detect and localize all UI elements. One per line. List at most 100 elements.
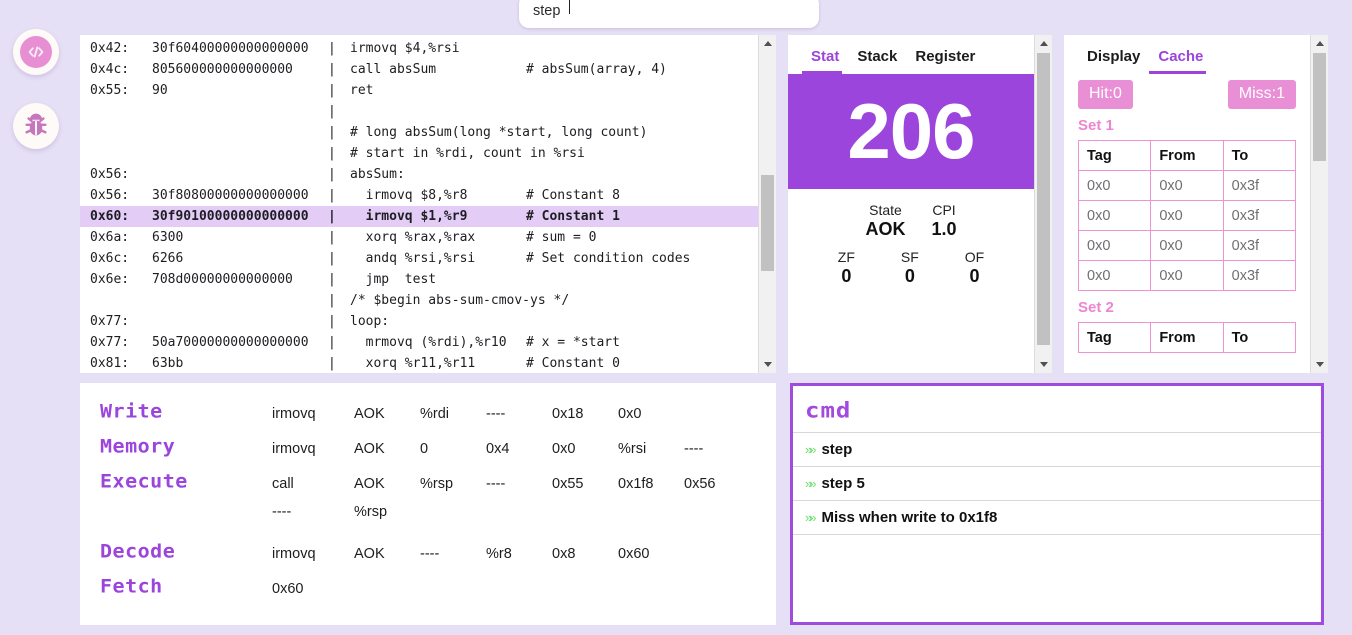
cmd-entry[interactable]: »» Miss when write to 0x1f8	[793, 500, 1321, 535]
code-line[interactable]: 0x81: 63bb | xorq %r11,%r11 # Constant 0	[80, 353, 758, 373]
scrollbar-thumb[interactable]	[761, 175, 774, 271]
table-row[interactable]: 0x0 0x0 0x3f	[1077, 230, 1297, 261]
code-bytes: 30f90100000000000000	[152, 209, 309, 224]
scroll-up-icon[interactable]	[759, 35, 776, 52]
cmd-entry[interactable]: »» step	[793, 432, 1321, 466]
code-button[interactable]	[13, 29, 59, 75]
column-header: To	[1222, 322, 1297, 353]
code-instruction: call absSum	[350, 62, 437, 77]
code-text: /* $begin abs-sum-cmov-ys */	[350, 293, 570, 308]
pipeline-cell: %rsi	[618, 441, 647, 457]
code-address: 0x77:	[90, 314, 130, 329]
code-comment: # Constant 1	[526, 209, 620, 224]
code-line[interactable]: 0x6a: 6300 | xorq %rax,%rax # sum = 0	[80, 227, 758, 248]
code-divider: |	[328, 41, 336, 56]
tab-cache[interactable]: Cache	[1149, 45, 1212, 74]
code-line[interactable]: |	[80, 101, 758, 122]
table-cell: 0x0	[1077, 170, 1152, 201]
tab-stack[interactable]: Stack	[848, 45, 906, 74]
cmd-entry[interactable]: »» step 5	[793, 466, 1321, 500]
metric-cpi: CPI 1.0	[931, 202, 956, 240]
table-row[interactable]: 0x0 0x0 0x3f	[1077, 170, 1297, 201]
code-bytes: 63bb	[152, 356, 184, 371]
cycle-count: 206	[788, 74, 1034, 189]
command-input-wrapper[interactable]	[519, 0, 819, 28]
code-line[interactable]: 0x4c: 805600000000000000 | call absSum # abs…	[80, 59, 758, 80]
chevron-right-icon: »»	[805, 442, 817, 457]
code-line[interactable]: 0x56: 30f80800000000000000 | irmovq $8,%r8…	[80, 185, 758, 206]
flag-value: 0	[904, 266, 915, 286]
pipeline-cell: %r8	[486, 546, 512, 562]
tab-display[interactable]: Display	[1078, 45, 1149, 74]
code-instruction: andq %rsi,%rsi	[350, 251, 476, 266]
flag-of: OF 0	[965, 249, 984, 287]
code-line[interactable]: 0x42: 30f60400000000000000 | irmovq $4,%rsi	[80, 38, 758, 59]
command-input[interactable]	[519, 0, 819, 27]
code-text: # long absSum(long *start, long count)	[350, 125, 648, 140]
cache-table: Tag From To	[1077, 322, 1297, 353]
code-address: 0x81:	[90, 356, 130, 371]
pipeline-cell: call	[272, 476, 294, 492]
code-listing[interactable]: 0x42: 30f60400000000000000 | irmovq $4,%rsi…	[80, 35, 758, 373]
code-divider: |	[328, 167, 336, 182]
code-comment: # Constant 0	[526, 356, 620, 371]
pipeline-stage-name: Memory	[100, 434, 176, 458]
code-instruction: jmp test	[350, 272, 437, 287]
code-line[interactable]: | /* $begin abs-sum-cmov-ys */	[80, 290, 758, 311]
scroll-down-icon[interactable]	[1035, 356, 1052, 373]
pipeline-cell: irmovq	[272, 546, 316, 562]
cache-set-label: Set 1	[1078, 117, 1114, 134]
code-address: 0x77:	[90, 335, 130, 350]
pipeline-stage-row: Execute call AOK %rsp ---- 0x55 0x1f8 0x56	[80, 469, 776, 504]
cache-panel: Display Cache Hit:0 Miss:1 Set 1 Tag From To…	[1064, 35, 1328, 373]
code-line[interactable]: 0x77: | loop:	[80, 311, 758, 332]
code-line[interactable]: | # long absSum(long *start, long count)	[80, 122, 758, 143]
scrollbar-thumb[interactable]	[1313, 53, 1326, 161]
code-line[interactable]: 0x56: | absSum:	[80, 164, 758, 185]
scroll-down-icon[interactable]	[1311, 356, 1328, 373]
pipeline-stage-row: Write irmovq AOK %rdi ---- 0x18 0x0	[80, 399, 776, 434]
text-caret	[569, 0, 570, 14]
stat-tabbar: Stat Stack Register	[788, 35, 1034, 74]
scroll-down-icon[interactable]	[759, 356, 776, 373]
code-instruction: xorq %rax,%rax	[350, 230, 476, 245]
flag-sf: SF 0	[901, 249, 919, 287]
code-line[interactable]: | # start in %rdi, count in %rsi	[80, 143, 758, 164]
pipeline-cell: 0x1f8	[618, 476, 654, 492]
code-line[interactable]: 0x60: 30f90100000000000000 | irmovq $1,%r9…	[80, 206, 758, 227]
scrollbar-thumb[interactable]	[1037, 53, 1050, 345]
code-divider: |	[328, 83, 336, 98]
pipeline-cell: 0x18	[552, 406, 584, 422]
code-line[interactable]: 0x77: 50a70000000000000000 | mrmovq (%rdi)…	[80, 332, 758, 353]
table-row[interactable]: 0x0 0x0 0x3f	[1077, 260, 1297, 291]
cache-sets: Set 1 Tag From To 0x0 0x0 0x3f 0x0 0x0 0x3f 0x0 0x0…	[1064, 109, 1310, 353]
code-comment: # Set condition codes	[526, 251, 691, 266]
metric-state: State AOK	[865, 202, 905, 240]
pipeline-cell: 0x4	[486, 441, 510, 457]
code-address: 0x42:	[90, 41, 130, 56]
flag-value: 0	[841, 266, 852, 286]
code-scrollbar[interactable]	[758, 35, 776, 373]
cmd-history: »» step »» step 5 »» Miss when write to 0x1f8	[793, 432, 1321, 535]
cache-scrollbar[interactable]	[1310, 35, 1328, 373]
code-divider: |	[328, 62, 336, 77]
code-address: 0x6a:	[90, 230, 130, 245]
pipeline-cell: 0x55	[552, 476, 584, 492]
tab-stat[interactable]: Stat	[802, 45, 848, 74]
debug-button[interactable]	[13, 103, 59, 149]
scroll-up-icon[interactable]	[1311, 35, 1328, 52]
code-line[interactable]: 0x6c: 6266 | andq %rsi,%rsi # Set condition…	[80, 248, 758, 269]
scroll-up-icon[interactable]	[1035, 35, 1052, 52]
pipeline-cell: AOK	[354, 546, 385, 562]
tab-register[interactable]: Register	[906, 45, 984, 74]
code-line[interactable]: 0x55: 90 | ret	[80, 80, 758, 101]
code-address: 0x56:	[90, 188, 130, 203]
code-divider: |	[328, 356, 336, 371]
code-divider: |	[328, 293, 336, 308]
column-header: To	[1222, 140, 1297, 171]
code-address: 0x6e:	[90, 272, 130, 287]
table-row[interactable]: 0x0 0x0 0x3f	[1077, 200, 1297, 231]
pipeline-cell: 0x0	[618, 406, 642, 422]
stat-scrollbar[interactable]	[1034, 35, 1052, 373]
code-line[interactable]: 0x6e: 708d00000000000000 | jmp test	[80, 269, 758, 290]
